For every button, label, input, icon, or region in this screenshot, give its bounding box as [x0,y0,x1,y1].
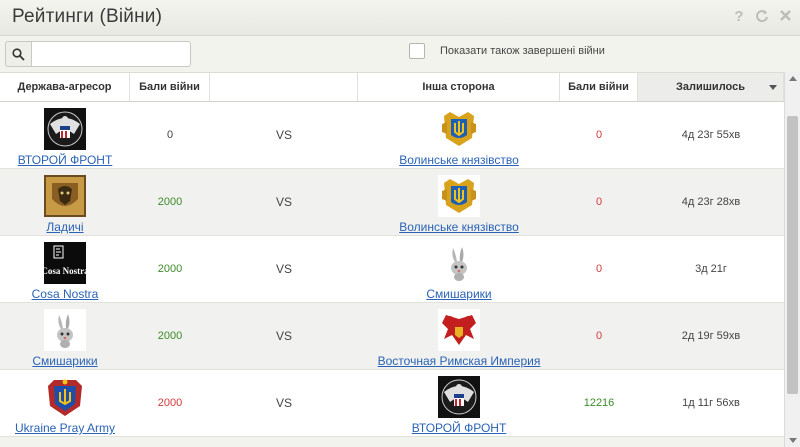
table-row: Ладичі 2000 VS Волинське князівство 0 4д 23г … [0,169,784,236]
other-side-link[interactable]: ВТОРОЙ ФРОНТ [412,421,507,435]
blue-coat-of-arms-icon[interactable] [44,376,86,418]
aggressor-cell: Ukraine Pray Army [0,370,130,436]
eagle-seal-icon[interactable] [438,376,480,418]
sort-desc-icon [769,85,777,90]
aggressor-cell: Смишарики [0,303,130,369]
column-header-other-side[interactable]: Інша сторона [358,73,560,101]
table-row: Cosa Nostra Cosa Nostra 2000 VS Смишарики 0 3д… [0,236,784,303]
aggressor-points: 2000 [157,196,183,208]
column-header-vs [210,73,358,101]
table-body: ВТОРОЙ ФРОНТ 0 VS Волинське князівство 0 4д 2… [0,102,784,437]
aggressor-link[interactable]: ВТОРОЙ ФРОНТ [18,153,113,167]
close-icon[interactable] [778,9,792,25]
column-header-remaining[interactable]: Залишилось [638,73,784,101]
vs-label: VS [275,128,292,142]
aggressor-link[interactable]: Смишарики [32,354,97,368]
search-button[interactable] [5,41,31,67]
eagle-seal-icon[interactable] [44,108,86,150]
other-side-link[interactable]: Волинське князівство [399,220,519,234]
refresh-icon[interactable] [755,9,769,25]
aggressor-points: 2000 [157,330,183,342]
remaining-time: 4д 23г 28хв [681,196,741,208]
table-row: Смишарики 2000 VS Восточная Римская Империя… [0,303,784,370]
other-side-cell: Волинське князівство [358,102,560,168]
column-header-aggressor[interactable]: Держава-агресор [0,73,130,101]
rabbit-icon[interactable] [438,242,480,284]
aggressor-points: 2000 [157,397,183,409]
vs-label: VS [275,396,292,410]
rabbit-icon[interactable] [44,309,86,351]
lion-shield-icon[interactable] [44,175,86,217]
double-headed-eagle-icon[interactable] [438,309,480,351]
scroll-down-arrow-icon[interactable] [789,438,797,443]
window-titlebar: Рейтинги (Війни) ? [0,0,800,36]
aggressor-link[interactable]: Ладичі [46,220,83,234]
aggressor-cell: ВТОРОЙ ФРОНТ [0,102,130,168]
other-side-cell: ВТОРОЙ ФРОНТ [358,370,560,436]
other-side-points: 12216 [583,397,615,409]
remaining-time: 1д 11г 56хв [682,397,740,409]
scroll-thumb[interactable] [787,116,798,394]
other-side-cell: Смишарики [358,236,560,302]
table-header: Держава-агресор Бали війни Інша сторона … [0,72,784,102]
other-side-cell: Восточная Римская Империя [358,303,560,369]
search-icon [12,48,25,61]
table-row: Ukraine Pray Army 2000 VS ВТОРОЙ ФРОНТ 12216… [0,370,784,437]
search-input[interactable] [31,41,191,67]
aggressor-cell: Ладичі [0,169,130,235]
other-side-points: 0 [595,129,603,141]
scroll-up-arrow-icon[interactable] [789,76,797,81]
vs-label: VS [275,195,292,209]
window-title: Рейтинги (Війни) [12,6,163,27]
aggressor-link[interactable]: Cosa Nostra [32,287,99,301]
column-header-other-points[interactable]: Бали війни [560,73,638,101]
other-side-points: 0 [595,330,603,342]
vertical-scrollbar[interactable] [784,72,800,447]
column-header-remaining-label: Залишилось [676,81,745,93]
help-icon[interactable]: ? [732,9,746,25]
aggressor-points: 0 [166,129,174,141]
aggressor-points: 2000 [157,263,183,275]
filter-toolbar [0,36,800,72]
vs-label: VS [275,329,292,343]
trident-coat-of-arms-icon[interactable] [438,175,480,217]
column-header-aggressor-points[interactable]: Бали війни [130,73,210,101]
other-side-points: 0 [595,196,603,208]
other-side-link[interactable]: Восточная Римская Империя [378,354,541,368]
svg-text:Cosa Nostra: Cosa Nostra [44,266,86,276]
window-controls: ? [732,9,792,25]
trident-coat-of-arms-icon[interactable] [438,108,480,150]
cosa-nostra-logo-icon[interactable]: Cosa Nostra [44,242,86,284]
table-row: ВТОРОЙ ФРОНТ 0 VS Волинське князівство 0 4д 2… [0,102,784,169]
vs-label: VS [275,262,292,276]
aggressor-link[interactable]: Ukraine Pray Army [15,421,115,435]
remaining-time: 3д 21г [695,263,727,275]
aggressor-cell: Cosa Nostra Cosa Nostra [0,236,130,302]
show-finished-checkbox[interactable] [409,43,425,59]
remaining-time: 4д 23г 55хв [681,129,741,141]
other-side-link[interactable]: Волинське князівство [399,153,519,167]
other-side-link[interactable]: Смишарики [426,287,491,301]
wars-table: Держава-агресор Бали війни Інша сторона … [0,72,784,447]
show-finished-label: Показати також завершені війни [440,45,605,57]
other-side-cell: Волинське князівство [358,169,560,235]
remaining-time: 2д 19г 59хв [681,330,741,342]
other-side-points: 0 [595,263,603,275]
